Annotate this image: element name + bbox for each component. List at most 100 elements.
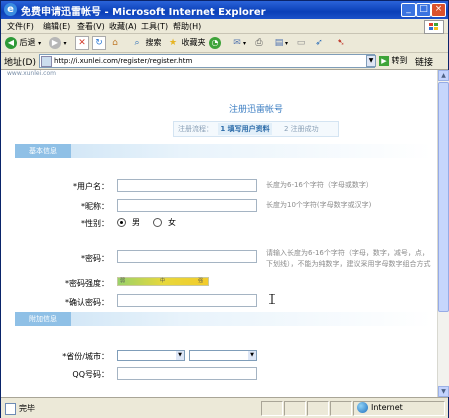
menu-edit[interactable]: 编辑(E) [43,21,70,32]
ie-logo-icon: e [4,3,17,16]
page-icon [41,55,52,67]
security-zone: Internet [357,402,403,413]
menu-view[interactable]: 查看(V) [77,21,105,32]
page-content: www.xunlei.com 注册迅雷帐号 注册流程： 1 填写用户资料 2 注… [1,70,437,397]
favorites-label: 收藏夹 [181,38,206,47]
gender-male-label: 男 [132,218,140,227]
stop-icon: ✕ [75,36,89,50]
go-arrow-icon: ▶ [379,55,389,66]
password-input[interactable] [117,250,257,263]
section-basic-tab: 基本信息 [15,144,71,158]
password-label: *密码： [81,254,109,263]
search-button[interactable]: ⌕ 搜索 [131,36,162,50]
discuss-icon: ▭ [296,37,306,48]
vertical-scrollbar[interactable]: ▲ ▼ [437,70,449,397]
username-label: *用户名： [73,182,109,191]
text-cursor-icon [269,294,275,304]
home-icon: ⌂ [112,37,118,48]
strength-strong-label: 强 [198,278,204,284]
back-button[interactable]: ◀ 后退 ▾ [5,36,41,50]
address-bar: 地址(D) http://i.xunlei.com/register/regis… [1,53,448,70]
forward-button[interactable]: ▶ ▾ [49,36,67,50]
search-label: 搜索 [145,38,162,47]
flashget-button[interactable]: ➷ [335,36,347,50]
favorites-button[interactable]: ★ 收藏夹 [167,36,206,50]
title-bar[interactable]: e 免费申请迅雷帐号 - Microsoft Internet Explorer… [1,1,448,19]
thunder-button[interactable]: ➶ [313,36,325,50]
scroll-down-icon[interactable]: ▼ [438,386,449,397]
status-cell [307,401,329,416]
gender-label: *性别： [81,219,109,228]
minimize-button[interactable]: _ [401,3,416,17]
nickname-input[interactable] [117,199,257,212]
refresh-button[interactable]: ↻ [92,36,106,50]
gender-female-label: 女 [168,218,176,227]
menu-help[interactable]: 帮助(H) [173,21,201,32]
close-button[interactable]: × [431,3,446,17]
address-url: http://i.xunlei.com/register/register.ht… [54,57,193,65]
print-button[interactable]: ⎙ [253,36,265,50]
section-extra-info: 附加信息 [15,312,432,326]
address-dropdown-button[interactable]: ▼ [366,55,376,67]
links-button[interactable]: 链接 [415,55,433,68]
qq-label: QQ号码： [72,370,109,379]
mail-button[interactable]: ✉ ▾ [231,36,246,50]
steps-label: 注册流程： [178,125,213,133]
radio-selected-icon [117,218,126,227]
password-hint-line2: 下划线），不能为纯数字，建议采用字母数字组合方式 [266,260,431,268]
go-label: 转到 [391,56,408,65]
done-page-icon [5,403,16,415]
mail-dropdown-icon[interactable]: ▾ [243,40,246,47]
back-dropdown-icon[interactable]: ▾ [38,40,41,47]
mail-icon: ✉ [233,37,241,48]
status-cell [330,401,352,416]
confirm-password-input[interactable] [117,294,257,307]
city-select[interactable]: ▼ [189,350,257,361]
status-text: 完毕 [19,404,35,413]
maximize-button[interactable]: □ [416,3,431,17]
go-button[interactable]: ▶ 转到 [379,55,408,66]
province-city-label: *省份/城市： [62,352,109,361]
strength-weak-label: 弱 [120,278,126,284]
history-button[interactable]: ◔ [209,36,221,50]
scroll-thumb[interactable] [438,82,449,312]
flashget-icon: ➷ [337,37,345,48]
password-hint-line1: 请输入长度为6-16个字符（字母，数字，减号，点， [266,249,429,257]
toolbar: ◀ 后退 ▾ ▶ ▾ ✕ ↻ ⌂ ⌕ 搜索 ★ 收藏夹 ◔ ✉ ▾ ⎙ ▤ ▾ ▭ … [1,34,448,53]
gender-male-radio[interactable]: 男 [117,217,140,228]
site-logo[interactable]: www.xunlei.com [7,70,56,77]
menu-file[interactable]: 文件(F) [7,21,34,32]
address-input[interactable]: http://i.xunlei.com/register/register.ht… [39,54,375,68]
star-icon: ★ [168,37,178,48]
address-label: 地址(D) [4,58,36,68]
browser-window: e 免费申请迅雷帐号 - Microsoft Internet Explorer… [0,0,449,418]
step-2: 2 注册成功 [284,125,319,133]
menu-tools[interactable]: 工具(T) [141,21,168,32]
thunder-bird-icon: ➶ [315,37,323,48]
menu-bar: 文件(F) 编辑(E) 查看(V) 收藏(A) 工具(T) 帮助(H) [1,19,448,34]
refresh-icon: ↻ [92,36,106,50]
window-title: 免费申请迅雷帐号 - Microsoft Internet Explorer [21,7,266,18]
chevron-down-icon: ▼ [176,351,184,360]
registration-steps: 注册流程： 1 填写用户资料 2 注册成功 [173,121,339,137]
password-strength-label: *密码强度： [65,279,109,288]
edit-button[interactable]: ▤ ▾ [273,36,288,50]
edit-dropdown-icon[interactable]: ▾ [285,40,288,47]
section-basic-info: 基本信息 [15,144,432,158]
gender-female-radio[interactable]: 女 [153,217,176,228]
globe-icon [357,402,368,413]
nickname-hint: 长度为10个字符(字母数字或汉字) [266,201,372,209]
forward-dropdown-icon[interactable]: ▾ [64,40,67,47]
forward-arrow-icon: ▶ [49,36,61,49]
qq-input[interactable] [117,367,257,380]
stop-button[interactable]: ✕ [75,36,89,50]
username-input[interactable] [117,179,257,192]
back-arrow-icon: ◀ [5,36,17,49]
zone-label: Internet [371,403,403,412]
scroll-up-icon[interactable]: ▲ [438,70,449,81]
radio-unselected-icon [153,218,162,227]
discuss-button[interactable]: ▭ [295,36,307,50]
menu-favorites[interactable]: 收藏(A) [109,21,137,32]
province-select[interactable]: ▼ [117,350,185,361]
home-button[interactable]: ⌂ [109,36,121,50]
